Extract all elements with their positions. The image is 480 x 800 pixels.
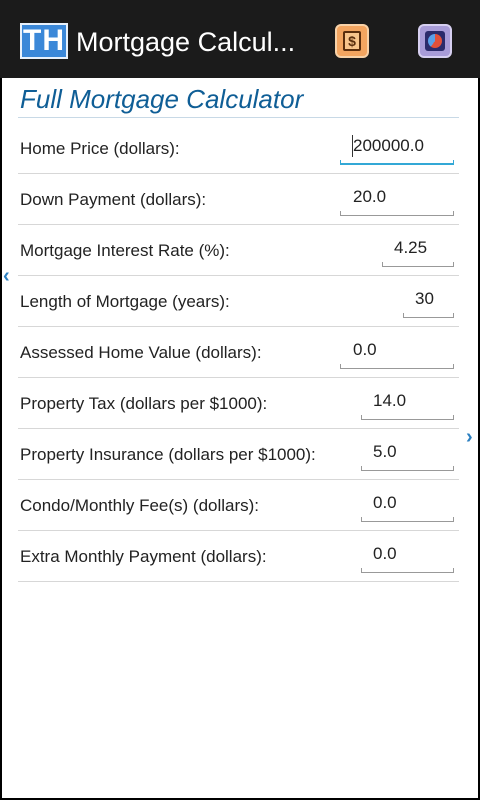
extra-payment-value: 0.0: [373, 544, 397, 563]
condo-fee-value: 0.0: [373, 493, 397, 512]
property-tax-value: 14.0: [373, 391, 407, 410]
assessed-value-label: Assessed Home Value (dollars):: [20, 343, 262, 362]
mortgage-length-label: Length of Mortgage (years):: [20, 292, 230, 311]
property-insurance-label: Property Insurance (dollars per $1000):: [20, 445, 316, 464]
interest-rate-input[interactable]: 4.25: [382, 233, 454, 267]
app-title: Mortgage Calcul...: [76, 27, 296, 57]
app-logo-icon[interactable]: TH: [20, 23, 68, 59]
property-insurance-input[interactable]: 5.0: [361, 437, 454, 471]
chart-button[interactable]: [418, 24, 452, 58]
home-price-row: Home Price (dollars): 200000.0: [18, 123, 459, 174]
property-tax-input[interactable]: 14.0: [361, 386, 454, 420]
property-insurance-value: 5.0: [373, 442, 397, 461]
page-title: Full Mortgage Calculator: [20, 84, 304, 114]
condo-fee-row: Condo/Monthly Fee(s) (dollars): 0.0: [18, 480, 459, 531]
condo-fee-label: Condo/Monthly Fee(s) (dollars):: [20, 496, 260, 515]
condo-fee-input[interactable]: 0.0: [361, 488, 454, 522]
assessed-value-row: Assessed Home Value (dollars): 0.0: [18, 327, 459, 378]
down-payment-input[interactable]: 20.0: [340, 182, 454, 216]
down-payment-value: 20.0: [353, 187, 387, 206]
mortgage-length-row: Length of Mortgage (years): 30: [18, 276, 459, 327]
pie-chart-icon: [425, 31, 445, 51]
extra-payment-input[interactable]: 0.0: [361, 539, 454, 573]
down-payment-label: Down Payment (dollars):: [20, 190, 207, 209]
next-page-icon[interactable]: ›: [466, 427, 473, 447]
extra-payment-row: Extra Monthly Payment (dollars): 0.0: [18, 531, 459, 582]
interest-rate-value: 4.25: [394, 238, 428, 257]
previous-page-icon[interactable]: ‹: [3, 266, 10, 286]
mortgage-length-value: 30: [415, 289, 434, 308]
interest-rate-label: Mortgage Interest Rate (%):: [20, 241, 230, 260]
home-price-label: Home Price (dollars):: [20, 139, 180, 158]
assessed-value-value: 0.0: [353, 340, 377, 359]
action-bar: TH Mortgage Calcul... $: [0, 0, 480, 78]
assessed-value-input[interactable]: 0.0: [340, 335, 454, 369]
extra-payment-label: Extra Monthly Payment (dollars):: [20, 547, 267, 566]
loan-summary-button[interactable]: $: [335, 24, 369, 58]
home-price-value: 200000.0: [352, 135, 454, 157]
dollar-icon: $: [343, 31, 361, 51]
property-tax-row: Property Tax (dollars per $1000): 14.0: [18, 378, 459, 429]
title-divider: [18, 117, 459, 118]
interest-rate-row: Mortgage Interest Rate (%): 4.25: [18, 225, 459, 276]
down-payment-row: Down Payment (dollars): 20.0: [18, 174, 459, 225]
mortgage-length-input[interactable]: 30: [403, 284, 454, 318]
property-insurance-row: Property Insurance (dollars per $1000): …: [18, 429, 459, 480]
property-tax-label: Property Tax (dollars per $1000):: [20, 394, 268, 413]
home-price-input[interactable]: 200000.0: [340, 131, 454, 165]
